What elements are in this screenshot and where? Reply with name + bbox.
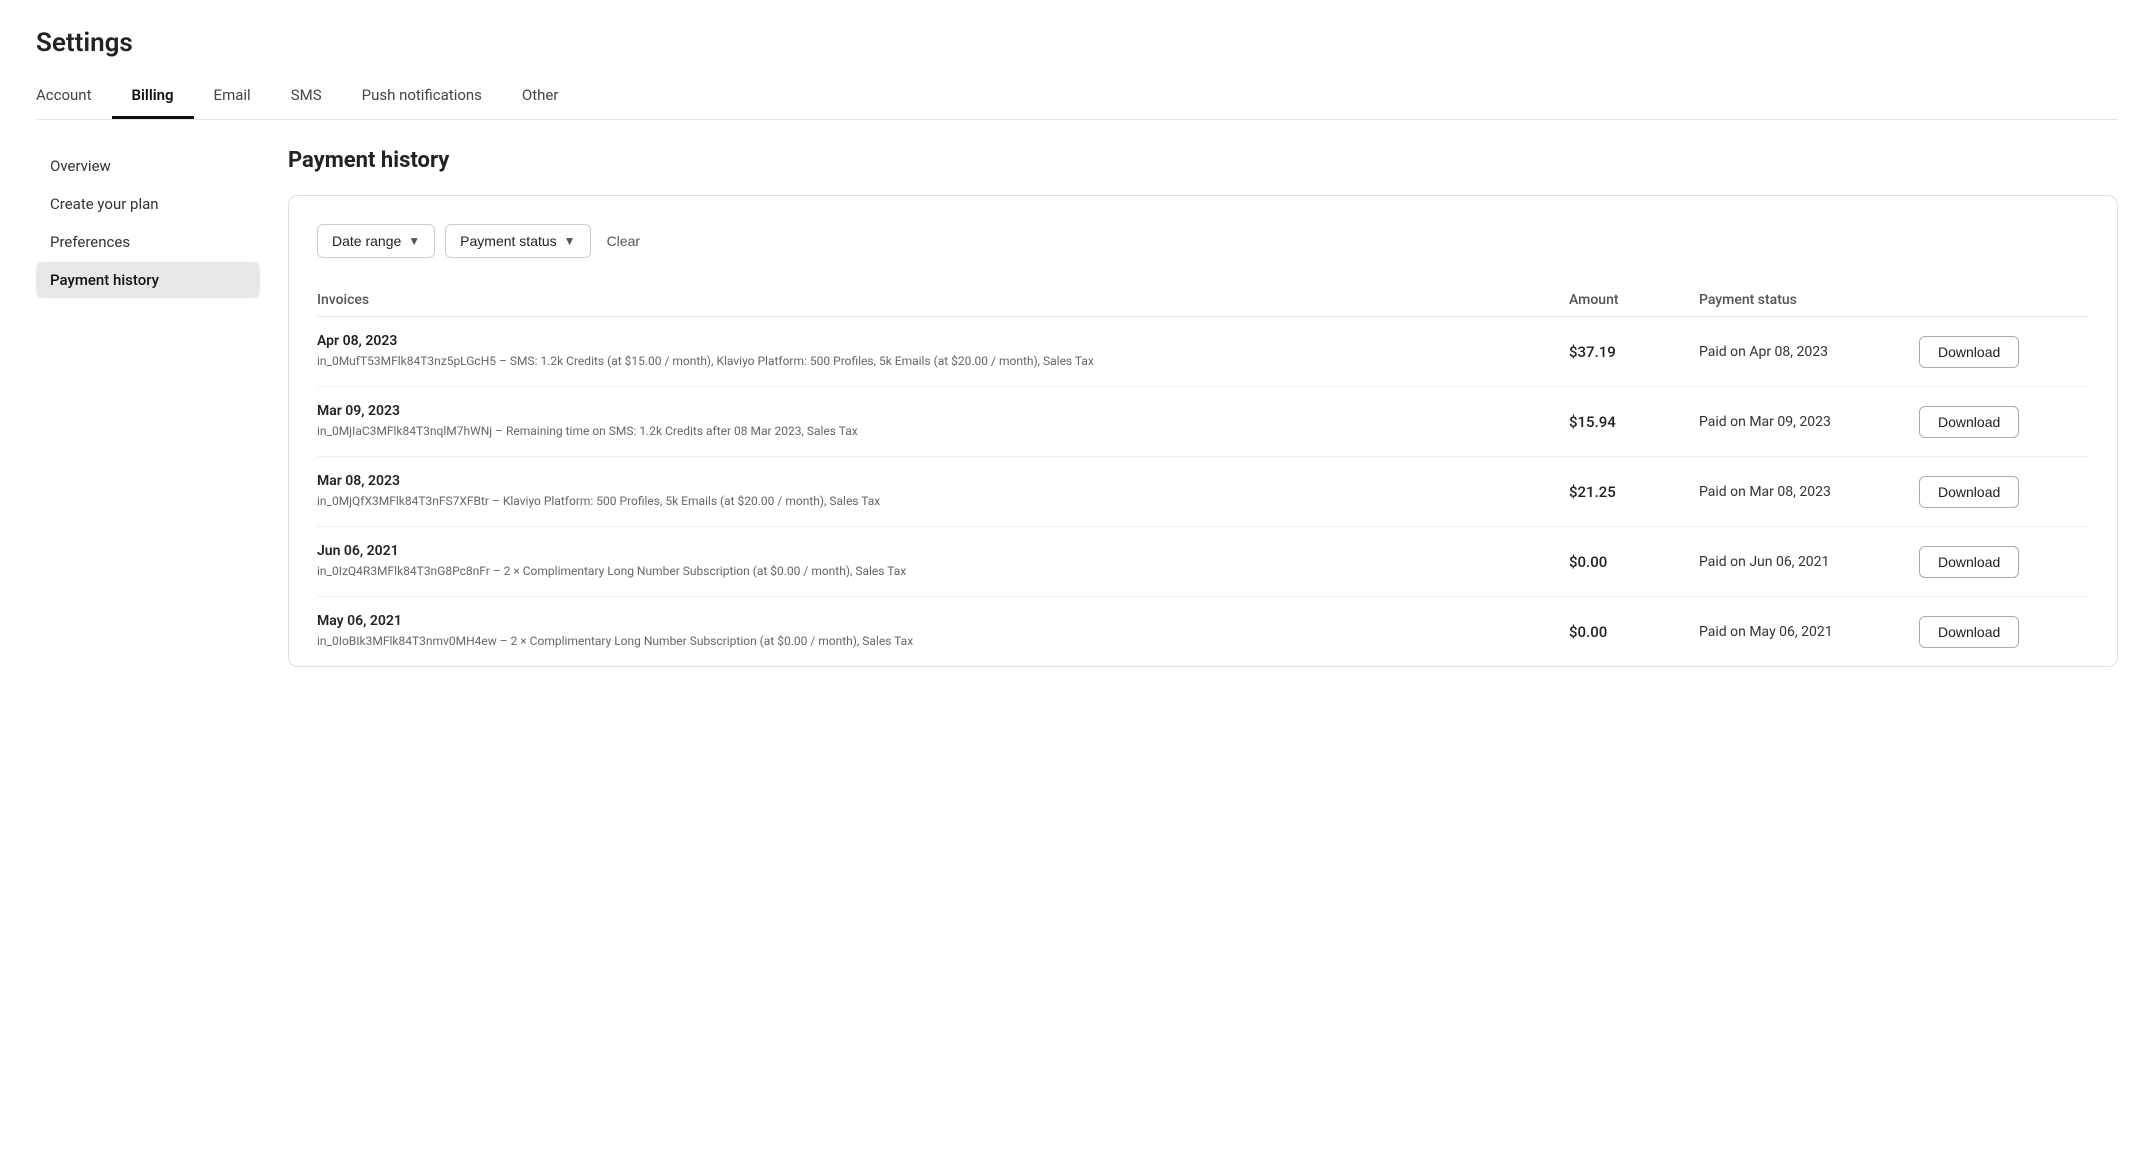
download-button[interactable]: Download — [1919, 546, 2019, 578]
download-button[interactable]: Download — [1919, 616, 2019, 648]
invoice-cell: Jun 06, 2021 in_0IzQ4R3MFlk84T3nG8Pc8nFr … — [317, 543, 1569, 580]
invoice-date: May 06, 2021 — [317, 613, 1569, 629]
col-invoices: Invoices — [317, 292, 1569, 308]
payment-history-card: Date range ▼ Payment status ▼ Clear Invo… — [288, 195, 2118, 667]
invoice-date: Apr 08, 2023 — [317, 333, 1569, 349]
tab-account[interactable]: Account — [36, 76, 112, 119]
invoice-description: in_0IoBIk3MFlk84T3nmv0MH4ew – 2 × Compli… — [317, 632, 1569, 650]
page-header: Settings AccountBillingEmailSMSPush noti… — [0, 0, 2154, 120]
filters-row: Date range ▼ Payment status ▼ Clear — [317, 224, 2089, 258]
sidebar-item-overview[interactable]: Overview — [36, 148, 260, 184]
invoice-amount: $37.19 — [1569, 343, 1699, 361]
invoice-amount: $21.25 — [1569, 483, 1699, 501]
invoice-table: Apr 08, 2023 in_0MufT53MFlk84T3nz5pLGcH5 … — [317, 317, 2089, 666]
invoice-amount: $15.94 — [1569, 413, 1699, 431]
chevron-down-icon: ▼ — [408, 234, 420, 248]
table-row: Mar 08, 2023 in_0MjQfX3MFlk84T3nFS7XFBtr … — [317, 457, 2089, 527]
tab-push-notifications[interactable]: Push notifications — [342, 76, 502, 119]
tab-other[interactable]: Other — [502, 76, 579, 119]
invoice-status: Paid on May 06, 2021 — [1699, 624, 1919, 640]
invoice-status: Paid on Mar 08, 2023 — [1699, 484, 1919, 500]
sidebar-item-payment-history[interactable]: Payment history — [36, 262, 260, 298]
invoice-description: in_0IzQ4R3MFlk84T3nG8Pc8nFr – 2 × Compli… — [317, 562, 1569, 580]
invoice-cell: Apr 08, 2023 in_0MufT53MFlk84T3nz5pLGcH5 … — [317, 333, 1569, 370]
tab-billing[interactable]: Billing — [112, 76, 194, 119]
top-nav: AccountBillingEmailSMSPush notifications… — [36, 76, 2118, 120]
date-range-filter[interactable]: Date range ▼ — [317, 224, 435, 258]
invoice-action: Download — [1919, 546, 2089, 578]
tab-email[interactable]: Email — [194, 76, 271, 119]
invoice-action: Download — [1919, 406, 2089, 438]
section-title: Payment history — [288, 148, 2118, 173]
table-row: Jun 06, 2021 in_0IzQ4R3MFlk84T3nG8Pc8nFr … — [317, 527, 2089, 597]
table-header: Invoices Amount Payment status — [317, 282, 2089, 317]
payment-status-filter[interactable]: Payment status ▼ — [445, 224, 590, 258]
invoice-action: Download — [1919, 616, 2089, 648]
download-button[interactable]: Download — [1919, 336, 2019, 368]
main-content: Payment history Date range ▼ Payment sta… — [260, 120, 2154, 703]
clear-button[interactable]: Clear — [601, 229, 646, 253]
invoice-description: in_0MufT53MFlk84T3nz5pLGcH5 – SMS: 1.2k … — [317, 352, 1569, 370]
invoice-description: in_0MjIaC3MFlk84T3nqlM7hWNj – Remaining … — [317, 422, 1569, 440]
invoice-action: Download — [1919, 336, 2089, 368]
col-payment-status: Payment status — [1699, 292, 1919, 308]
download-button[interactable]: Download — [1919, 476, 2019, 508]
table-row: Apr 08, 2023 in_0MufT53MFlk84T3nz5pLGcH5 … — [317, 317, 2089, 387]
date-range-label: Date range — [332, 233, 401, 249]
invoice-date: Mar 08, 2023 — [317, 473, 1569, 489]
invoice-date: Jun 06, 2021 — [317, 543, 1569, 559]
invoice-status: Paid on Jun 06, 2021 — [1699, 554, 1919, 570]
sidebar-item-create-your-plan[interactable]: Create your plan — [36, 186, 260, 222]
invoice-action: Download — [1919, 476, 2089, 508]
payment-status-label: Payment status — [460, 233, 557, 249]
invoice-cell: May 06, 2021 in_0IoBIk3MFlk84T3nmv0MH4ew … — [317, 613, 1569, 650]
table-row: Mar 09, 2023 in_0MjIaC3MFlk84T3nqlM7hWNj … — [317, 387, 2089, 457]
sidebar: OverviewCreate your planPreferencesPayme… — [0, 120, 260, 703]
invoice-status: Paid on Apr 08, 2023 — [1699, 344, 1919, 360]
invoice-amount: $0.00 — [1569, 553, 1699, 571]
col-action — [1919, 292, 2089, 308]
invoice-amount: $0.00 — [1569, 623, 1699, 641]
invoice-description: in_0MjQfX3MFlk84T3nFS7XFBtr – Klaviyo Pl… — [317, 492, 1569, 510]
page-title: Settings — [36, 28, 2118, 58]
tab-sms[interactable]: SMS — [271, 76, 342, 119]
col-amount: Amount — [1569, 292, 1699, 308]
invoice-date: Mar 09, 2023 — [317, 403, 1569, 419]
invoice-status: Paid on Mar 09, 2023 — [1699, 414, 1919, 430]
content-area: OverviewCreate your planPreferencesPayme… — [0, 120, 2154, 703]
chevron-down-icon: ▼ — [564, 234, 576, 248]
invoice-cell: Mar 09, 2023 in_0MjIaC3MFlk84T3nqlM7hWNj … — [317, 403, 1569, 440]
sidebar-item-preferences[interactable]: Preferences — [36, 224, 260, 260]
download-button[interactable]: Download — [1919, 406, 2019, 438]
invoice-cell: Mar 08, 2023 in_0MjQfX3MFlk84T3nFS7XFBtr … — [317, 473, 1569, 510]
table-row: May 06, 2021 in_0IoBIk3MFlk84T3nmv0MH4ew … — [317, 597, 2089, 666]
